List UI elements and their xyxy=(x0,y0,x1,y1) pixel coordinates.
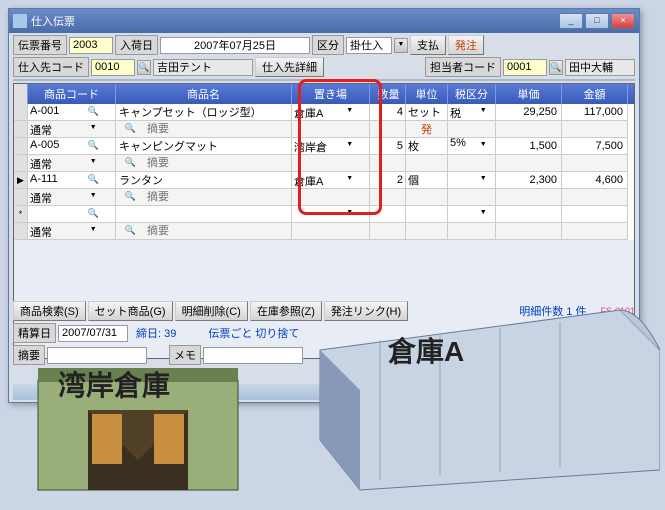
code-search-icon[interactable]: 🔍 xyxy=(72,207,116,222)
slip-no-field[interactable] xyxy=(69,37,113,54)
emp-search-icon[interactable]: 🔍 xyxy=(549,60,563,75)
location-dropdown-icon[interactable]: ▼ xyxy=(331,173,370,188)
table-subrow: 通常▼ 🔍 発 xyxy=(14,121,634,138)
subtotal-label: 小計 xyxy=(531,323,563,343)
arrival-label: 入荷日 xyxy=(115,35,158,55)
pay-button[interactable]: 支払 xyxy=(410,35,446,55)
deadline-label: 締日: 39 xyxy=(136,325,176,341)
code-search-icon[interactable]: 🔍 xyxy=(72,173,116,188)
product-search-button[interactable]: 商品検索(S) xyxy=(13,301,86,321)
fs-code: FS-0101 xyxy=(600,306,635,316)
close-button[interactable]: × xyxy=(611,13,635,29)
table-subrow: 通常▼ 🔍 xyxy=(14,223,634,240)
grid-header: 商品コード 商品名 置き場 数量 単位 税区分 単価 金額 xyxy=(14,84,634,104)
titlebar: 仕入伝票 _ □ × xyxy=(9,9,639,33)
subtotal-field xyxy=(565,325,635,342)
close-date-field[interactable] xyxy=(58,325,128,342)
table-subrow: 通常▼ 🔍 xyxy=(14,189,634,206)
row-memo-field[interactable] xyxy=(145,122,291,137)
row-memo-field[interactable] xyxy=(145,190,291,205)
window-title: 仕入伝票 xyxy=(31,13,559,29)
memo-field[interactable] xyxy=(47,347,147,364)
memo2-field[interactable] xyxy=(203,347,303,364)
row-memo-field[interactable] xyxy=(145,156,291,171)
supplier-detail-button[interactable]: 仕入先詳細 xyxy=(255,57,324,77)
table-row[interactable]: A-005🔍 キャンピングマット 湾岸倉庫▼ 5 枚 ▼ 1,500 7,500 xyxy=(14,138,634,155)
table-row[interactable]: ▶ A-111🔍 ランタン 倉庫A▼ 2 個 ▼ 2,300 4,600 xyxy=(14,172,634,189)
location-dropdown-icon[interactable]: ▼ xyxy=(331,105,370,120)
memo2-label: メモ xyxy=(169,345,201,365)
code-search-icon[interactable]: 🔍 xyxy=(72,105,116,120)
location-dropdown-icon[interactable]: ▼ xyxy=(331,139,370,154)
kbn-dropdown-icon[interactable]: ▼ xyxy=(394,38,408,53)
slip-no-label: 伝票番号 xyxy=(13,35,67,55)
warehouse-bay-label: 湾岸倉庫 xyxy=(58,364,170,404)
tax-dropdown-icon[interactable]: ▼ xyxy=(472,173,496,188)
kbn-label: 区分 xyxy=(312,35,344,55)
app-icon xyxy=(13,14,27,28)
tax-dropdown-icon[interactable]: ▼ xyxy=(472,139,496,154)
minimize-button[interactable]: _ xyxy=(559,13,583,29)
tax-dropdown-icon[interactable]: ▼ xyxy=(472,207,496,222)
emp-code-field[interactable] xyxy=(503,59,547,76)
tax-dropdown-icon[interactable]: ▼ xyxy=(472,105,496,120)
emp-label: 担当者コード xyxy=(425,57,501,77)
maximize-button[interactable]: □ xyxy=(585,13,609,29)
stock-ref-button[interactable]: 在庫参照(Z) xyxy=(250,301,322,321)
total-field xyxy=(565,367,635,384)
supplier-code-field[interactable] xyxy=(91,59,135,76)
zero-field xyxy=(595,347,635,364)
delete-detail-button[interactable]: 明細削除(C) xyxy=(175,301,248,321)
purchase-slip-window: 仕入伝票 _ □ × 伝票番号 入荷日 区分 ▼ 支払 発注 仕入先コード 🔍 … xyxy=(8,8,640,403)
set-product-button[interactable]: セット商品(G) xyxy=(88,301,173,321)
order-button[interactable]: 発注 xyxy=(448,35,484,55)
detail-count: 明細件数 1 件 xyxy=(519,303,586,319)
row-memo-field[interactable] xyxy=(145,224,291,239)
location-dropdown-icon[interactable]: ▼ xyxy=(331,207,370,222)
emp-name-field xyxy=(565,59,635,76)
supplier-name-field xyxy=(153,59,253,76)
supplier-label: 仕入先コード xyxy=(13,57,89,77)
table-row[interactable]: A-001🔍 キャンプセット（ロッジ型） 倉庫A▼ 4 セット 税込5%▼ 29… xyxy=(14,104,634,121)
arrival-date-field[interactable] xyxy=(160,37,310,54)
supplier-search-icon[interactable]: 🔍 xyxy=(137,60,151,75)
close-date-label: 精算日 xyxy=(13,323,56,343)
chk2[interactable] xyxy=(200,369,213,382)
kbn-field[interactable] xyxy=(346,37,392,54)
order-link-button[interactable]: 発注リンク(H) xyxy=(324,301,408,321)
table-subrow: 通常▼ 🔍 xyxy=(14,155,634,172)
code-search-icon[interactable]: 🔍 xyxy=(72,139,116,154)
table-row[interactable]: * 🔍 ▼ ▼ xyxy=(14,206,634,223)
memo-label: 摘要 xyxy=(13,345,45,365)
slip-toggle-label: 伝票ごと 切り捨て xyxy=(208,325,299,341)
warehouse-a-label: 倉庫A xyxy=(388,330,464,370)
